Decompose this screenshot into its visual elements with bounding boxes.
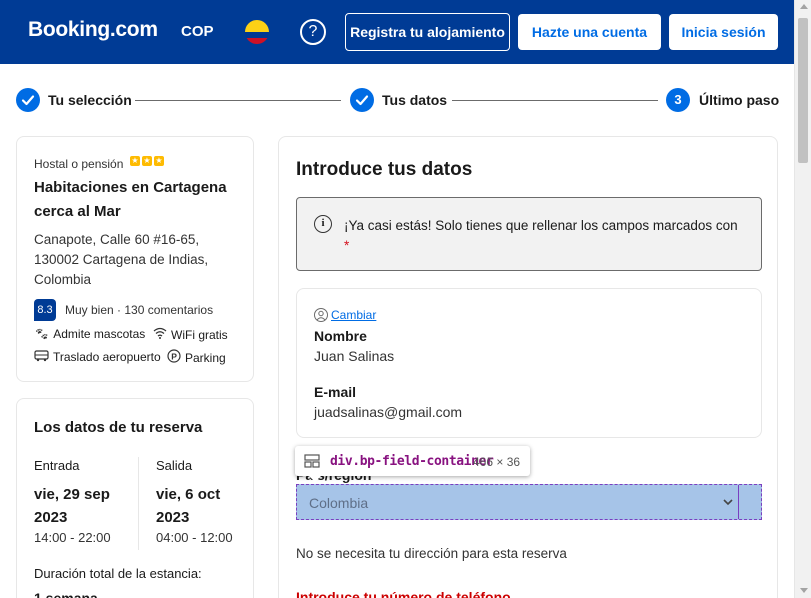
stay-duration-value: 1 semana: [34, 590, 98, 598]
country-select[interactable]: Colombia: [296, 484, 762, 520]
create-account-button[interactable]: Hazte una cuenta: [518, 14, 661, 50]
step-connector: [135, 100, 341, 101]
scroll-down-arrow-icon[interactable]: [800, 588, 808, 593]
step-number-badge: 3: [666, 88, 690, 112]
date-divider: [138, 457, 139, 550]
checkmark-icon: [16, 88, 40, 112]
star-icon: ★: [142, 156, 152, 166]
step-label-final: Último paso: [699, 92, 780, 108]
form-title: Introduce tus datos: [296, 159, 473, 180]
review-score-text: Muy bien · 130 comentarios: [65, 303, 214, 317]
step-label-details[interactable]: Tus datos: [382, 92, 447, 108]
devtools-size: 466 × 36: [473, 455, 521, 469]
paw-icon: 🐾︎: [34, 327, 50, 341]
change-user-link[interactable]: Cambiar: [331, 308, 376, 322]
change-user-row: Cambiar: [314, 308, 376, 322]
checkmark-icon: [350, 88, 374, 112]
property-type: Hostal o pensión: [34, 157, 124, 171]
checkin-date: vie, 29 sep 2023: [34, 486, 110, 526]
info-icon: i: [314, 215, 332, 233]
guest-details-form-card: Introduce tus datos i ¡Ya casi estás! So…: [278, 136, 778, 598]
checkout-time: 04:00 - 12:00: [156, 530, 233, 545]
flex-container-icon: [304, 454, 320, 468]
star-rating: ★ ★ ★: [130, 156, 164, 166]
amenity-label: Admite mascotas: [53, 327, 146, 341]
top-navigation-bar: Booking.com COP ? Registra tu alojamient…: [0, 0, 794, 64]
checkin-label: Entrada: [34, 458, 80, 473]
parking-icon: P: [167, 349, 181, 366]
wifi-icon: [153, 327, 167, 342]
email-label: E-mail: [314, 384, 357, 400]
name-label: Nombre: [314, 328, 367, 344]
shuttle-icon: [34, 349, 49, 365]
email-value: juadsalinas@gmail.com: [314, 404, 463, 420]
booking-logo[interactable]: Booking.com: [28, 18, 158, 42]
info-banner: i ¡Ya casi estás! Solo tienes que rellen…: [296, 197, 762, 271]
amenity-shuttle: Traslado aeropuerto: [34, 349, 161, 365]
step-connector: [452, 100, 658, 101]
chevron-down-icon[interactable]: [722, 492, 734, 515]
amenity-label: Traslado aeropuerto: [53, 350, 161, 364]
sign-in-button[interactable]: Inicia sesión: [669, 14, 778, 50]
name-value: Juan Salinas: [314, 348, 395, 364]
review-score-badge: 8.3: [34, 299, 56, 321]
hotel-summary-card: Hostal o pensión ★ ★ ★ Habitaciones en C…: [16, 136, 254, 382]
devtools-element-tooltip: div.bp-field-container 466 × 36: [295, 446, 530, 482]
colombia-flag-icon[interactable]: [245, 20, 269, 44]
phone-section-title: Introduce tu número de teléfono: [296, 589, 511, 598]
stay-duration-label: Duración total de la estancia:: [34, 566, 202, 581]
register-property-button[interactable]: Registra tu alojamiento: [345, 13, 510, 51]
star-icon: ★: [154, 156, 164, 166]
booking-details-card: Los datos de tu reserva Entrada vie, 29 …: [16, 398, 254, 598]
hotel-name: Habitaciones en Cartagena cerca al Mar: [34, 179, 227, 220]
devtools-selector: div.bp-field-container: [330, 454, 494, 469]
required-asterisk: *: [344, 238, 350, 253]
currency-selector[interactable]: COP: [181, 23, 214, 40]
highlight-divider: [738, 485, 739, 519]
info-message: ¡Ya casi estás! Solo tienes que rellenar…: [344, 218, 738, 233]
tooltip-arrow: [309, 476, 321, 482]
svg-text:P: P: [171, 351, 177, 361]
step-label-selection[interactable]: Tu selección: [48, 92, 132, 108]
amenity-parking: P Parking: [167, 349, 226, 366]
amenity-label: WiFi gratis: [171, 327, 228, 342]
scroll-thumb[interactable]: [798, 18, 808, 163]
scroll-up-arrow-icon[interactable]: [800, 4, 808, 9]
amenity-label: Parking: [185, 350, 226, 365]
checkout-date: vie, 6 oct 2023: [156, 486, 221, 526]
info-banner-text: ¡Ya casi estás! Solo tienes que rellenar…: [344, 216, 754, 256]
no-address-note: No se necesita tu dirección para esta re…: [296, 546, 567, 561]
checkin-time: 14:00 - 22:00: [34, 530, 111, 545]
booking-progress-steps: Tu selección Tus datos 3 Último paso: [0, 88, 794, 112]
star-icon: ★: [130, 156, 140, 166]
user-icon: [314, 308, 328, 322]
signed-in-user-box: Cambiar Nombre Juan Salinas E-mail juads…: [296, 288, 762, 438]
hotel-address: Canapote, Calle 60 #16-65, 130002 Cartag…: [34, 232, 209, 287]
help-icon[interactable]: ?: [300, 19, 326, 45]
page-scrollbar[interactable]: [794, 0, 811, 598]
amenity-pets: 🐾︎ Admite mascotas: [34, 327, 145, 341]
country-select-value[interactable]: Colombia: [309, 495, 368, 511]
checkout-label: Salida: [156, 458, 193, 473]
booking-details-title: Los datos de tu reserva: [34, 419, 203, 436]
amenity-wifi: WiFi gratis: [153, 327, 228, 342]
